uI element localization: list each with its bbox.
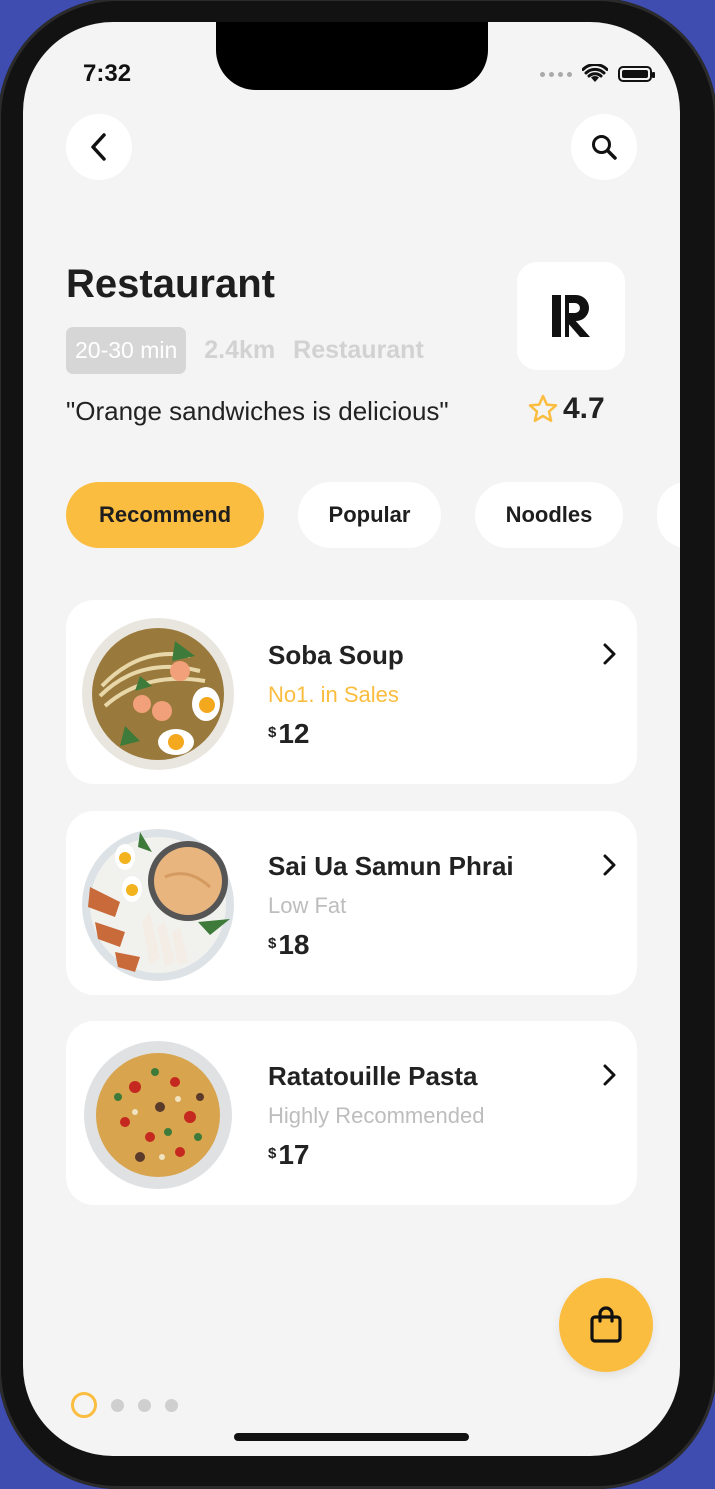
status-icons	[540, 64, 655, 84]
chevron-right-icon	[603, 854, 616, 876]
dish-price: $17	[268, 1139, 310, 1171]
dish-card[interactable]: Ratatouille Pasta Highly Recommended $17	[66, 1021, 637, 1205]
restaurant-title: Restaurant	[66, 262, 275, 306]
app-screen: 7:32 Restaurant 20-30 min 2.4km Restaura…	[23, 22, 680, 1456]
restaurant-meta: 20-30 min 2.4km Restaurant	[66, 327, 424, 374]
notch	[216, 22, 488, 90]
page-dot[interactable]	[111, 1398, 124, 1412]
dish-subtitle: Highly Recommended	[268, 1103, 485, 1128]
chevron-right-icon	[603, 643, 616, 665]
ratatouille-pasta-image	[84, 1041, 232, 1189]
tab-recommend[interactable]: Recommend	[66, 482, 264, 548]
rating: 4.7	[527, 392, 605, 426]
status-time: 7:32	[83, 60, 132, 87]
page-dot[interactable]	[138, 1398, 151, 1412]
dish-price: $12	[268, 718, 310, 750]
price-currency: $	[268, 935, 277, 952]
distance-label: 2.4km	[204, 336, 276, 364]
delivery-time-badge: 20-30 min	[66, 327, 187, 374]
sai-ua-samun-phrai-image	[82, 829, 234, 981]
tab-more[interactable]	[657, 482, 680, 548]
price-amount: 12	[278, 718, 310, 749]
dish-card[interactable]: Soba Soup No1. in Sales $12	[66, 600, 637, 784]
price-amount: 17	[278, 1139, 310, 1170]
dish-name: Sai Ua Samun Phrai	[268, 851, 514, 881]
page-indicator	[71, 1392, 178, 1418]
search-icon	[592, 135, 617, 160]
battery-icon	[618, 66, 655, 82]
home-indicator[interactable]	[234, 1433, 469, 1441]
dish-name: Ratatouille Pasta	[268, 1061, 478, 1091]
dish-card[interactable]: Sai Ua Samun Phrai Low Fat $18	[66, 811, 637, 995]
cart-button[interactable]	[559, 1278, 653, 1372]
chevron-right-icon	[603, 1064, 616, 1086]
page-dot[interactable]	[165, 1398, 178, 1412]
wifi-icon	[582, 64, 608, 82]
back-button[interactable]	[66, 114, 132, 180]
tab-noodles[interactable]: Noodles	[475, 482, 623, 548]
restaurant-logo	[517, 262, 625, 370]
restaurant-quote: "Orange sandwiches is delicious"	[66, 396, 449, 426]
search-button[interactable]	[571, 114, 637, 180]
tab-popular[interactable]: Popular	[298, 482, 441, 548]
price-currency: $	[268, 724, 277, 741]
price-amount: 18	[278, 929, 310, 960]
page-dot-active[interactable]	[71, 1392, 97, 1418]
star-icon	[528, 394, 558, 423]
dish-subtitle: Low Fat	[268, 893, 347, 918]
category-tabs: Recommend Popular Noodles	[66, 482, 680, 548]
dish-subtitle: No1. in Sales	[268, 682, 399, 707]
signal-icon	[540, 71, 572, 77]
restaurant-logo-icon	[552, 295, 590, 337]
shopping-bag-icon	[590, 1306, 622, 1343]
price-currency: $	[268, 1145, 277, 1162]
soba-soup-image	[82, 618, 234, 770]
dish-price: $18	[268, 929, 310, 961]
rating-value: 4.7	[563, 392, 605, 425]
chevron-left-icon	[91, 133, 106, 161]
dish-name: Soba Soup	[268, 640, 404, 670]
category-label: Restaurant	[293, 336, 424, 364]
